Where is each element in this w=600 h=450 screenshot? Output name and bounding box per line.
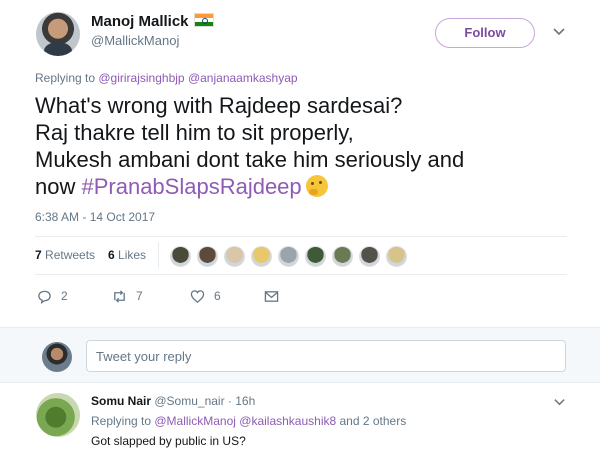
likes-label: Likes: [118, 248, 147, 262]
author-handle[interactable]: @MallickManoj: [91, 33, 179, 48]
reply-count: 2: [61, 289, 68, 303]
envelope-icon: [264, 290, 279, 302]
liker-avatar[interactable]: [251, 246, 272, 267]
like-action[interactable]: 6: [190, 287, 221, 305]
direct-message-action[interactable]: [264, 287, 288, 305]
likes-stat[interactable]: 6 Likes: [108, 248, 146, 262]
reply-icon: [38, 290, 51, 304]
reply-action[interactable]: 2: [37, 287, 68, 305]
liker-avatar[interactable]: [197, 246, 218, 267]
tweet-timestamp[interactable]: 6:38 AM - 14 Oct 2017: [35, 210, 155, 224]
author-avatar[interactable]: [36, 12, 80, 56]
and-others-link[interactable]: and 2 others: [336, 414, 407, 428]
liker-avatar[interactable]: [170, 246, 191, 267]
reply-replying-to: Replying to @MallickManoj @kailashkaushi…: [91, 414, 406, 428]
tweet-text-line: now #PranabSlapsRajdeep: [35, 173, 575, 200]
liker-avatar[interactable]: [332, 246, 353, 267]
reply-input[interactable]: Tweet your reply: [86, 340, 566, 372]
replying-prefix: Replying to: [35, 71, 99, 85]
replying-prefix: Replying to: [91, 414, 155, 428]
retweet-icon: [114, 289, 125, 303]
chevron-down-icon[interactable]: [552, 24, 566, 38]
retweets-count: 7: [35, 248, 42, 262]
mention-link[interactable]: @anjanaamkashyap: [188, 71, 298, 85]
tweet-actions: 2 7 6: [35, 287, 335, 307]
thinking-face-emoji-icon: [305, 175, 328, 197]
tweet-header: Manoj Mallick @MallickManoj Follow: [0, 0, 600, 66]
liker-avatar[interactable]: [359, 246, 380, 267]
mention-link[interactable]: @girirajsinghbjp: [98, 71, 184, 85]
chevron-down-icon[interactable]: [553, 395, 566, 408]
tweet-text-line: What's wrong with Rajdeep sardesai?: [35, 93, 403, 118]
likes-count: 6: [108, 248, 115, 262]
mention-link[interactable]: @kailashkaushik8: [239, 414, 336, 428]
mention-link[interactable]: @MallickManoj: [154, 414, 236, 428]
author-name[interactable]: Manoj Mallick: [91, 13, 214, 30]
reply-compose-area: Tweet your reply: [0, 327, 600, 383]
tweet-text-line: Raj thakre tell him to sit properly,: [35, 120, 354, 145]
liker-avatar[interactable]: [386, 246, 407, 267]
like-count: 6: [214, 289, 221, 303]
retweets-label: Retweets: [45, 248, 96, 262]
heart-icon: [190, 289, 205, 303]
reply-time[interactable]: 16h: [235, 394, 255, 408]
divider: [35, 274, 567, 275]
liker-avatar[interactable]: [224, 246, 245, 267]
stats-divider: [158, 242, 159, 268]
author-name-text[interactable]: Manoj Mallick: [91, 13, 189, 30]
india-flag-icon: [193, 13, 214, 27]
tweet-text: What's wrong with Rajdeep sardesai? Raj …: [35, 92, 575, 200]
liker-avatar[interactable]: [278, 246, 299, 267]
reply-author: Somu Nair @Somu_nair · 16h: [91, 394, 255, 408]
tweet-text-segment: now: [35, 174, 82, 199]
retweet-count: 7: [136, 289, 143, 303]
separator: ·: [224, 394, 236, 408]
follow-button[interactable]: Follow: [435, 18, 535, 48]
hashtag-link[interactable]: #PranabSlapsRajdeep: [81, 174, 301, 199]
reply-author-handle[interactable]: @Somu_nair: [154, 394, 224, 408]
reply-tweet[interactable]: Somu Nair @Somu_nair · 16h Replying to @…: [0, 383, 600, 450]
reply-author-name[interactable]: Somu Nair: [91, 394, 151, 408]
reply-author-avatar[interactable]: [36, 393, 80, 437]
current-user-avatar: [42, 342, 72, 372]
retweets-stat[interactable]: 7 Retweets: [35, 248, 95, 262]
replying-to: Replying to @girirajsinghbjp @anjanaamka…: [35, 71, 298, 85]
divider: [35, 236, 567, 237]
tweet-text-line: Mukesh ambani dont take him seriously an…: [35, 147, 465, 172]
reply-text: Got slapped by public in US?: [91, 434, 246, 448]
liker-avatar[interactable]: [305, 246, 326, 267]
retweet-action[interactable]: 7: [112, 287, 143, 305]
